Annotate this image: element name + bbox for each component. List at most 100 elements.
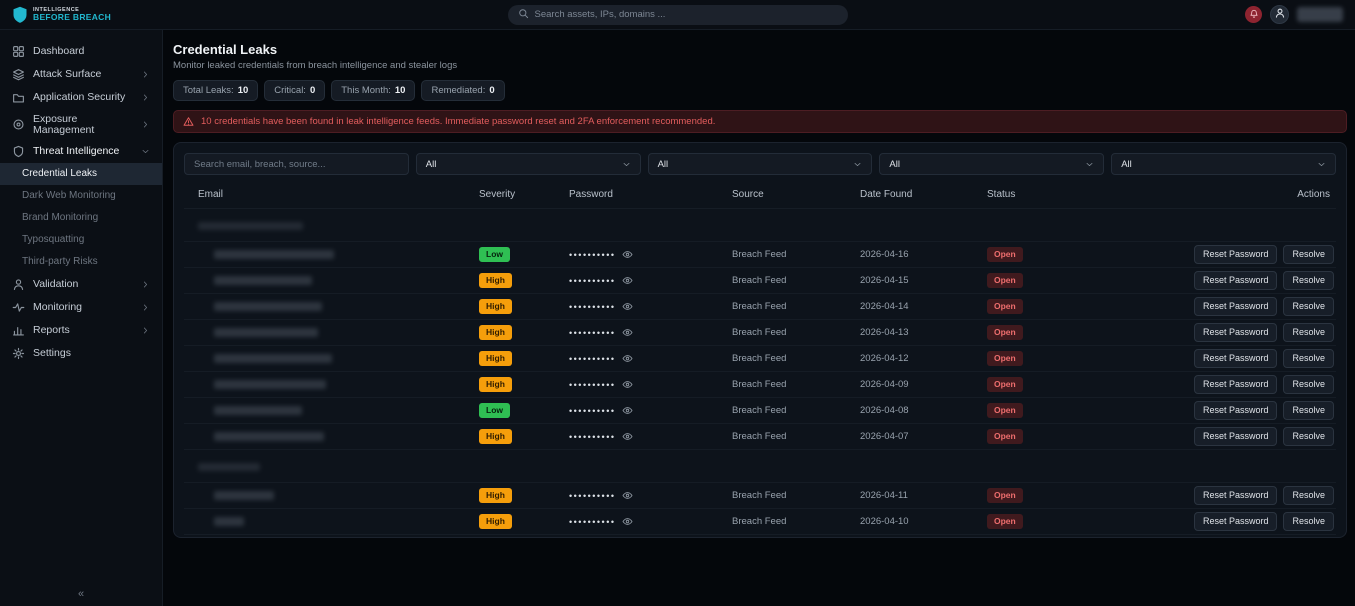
eye-icon[interactable] — [622, 275, 633, 286]
group-header — [184, 450, 1336, 483]
sidebar-item-threat-intelligence[interactable]: Threat Intelligence — [0, 140, 162, 163]
status-cell: Open — [987, 247, 1146, 262]
resolve-button[interactable]: Resolve — [1283, 323, 1334, 342]
chevron-down-icon — [853, 160, 862, 169]
severity-cell: High — [479, 514, 569, 529]
filter-dropdown-value: All — [425, 158, 437, 170]
resolve-button[interactable]: Resolve — [1283, 245, 1334, 264]
resolve-button[interactable]: Resolve — [1283, 512, 1334, 531]
notifications-button[interactable] — [1245, 6, 1262, 23]
sidebar-subitem-brand-monitoring[interactable]: Brand Monitoring — [0, 207, 162, 229]
sidebar-subitem-credential-leaks[interactable]: Credential Leaks — [0, 163, 162, 185]
logo[interactable]: INTELLIGENCE BEFORE BREACH — [12, 6, 111, 24]
email-redacted — [214, 353, 332, 363]
stats-row: Total Leaks: 10 Critical: 0 This Month: 10 Rem… — [173, 80, 1347, 101]
resolve-button[interactable]: Resolve — [1283, 486, 1334, 505]
eye-icon[interactable] — [622, 516, 633, 527]
table-row: High •••••••••• Breach Feed 2026-04-14 Open R… — [184, 294, 1336, 320]
resolve-button[interactable]: Resolve — [1283, 427, 1334, 446]
monitoring-icon — [12, 301, 25, 314]
sidebar-item-exposure-management[interactable]: Exposure Management — [0, 109, 162, 140]
password-cell: •••••••••• — [569, 353, 732, 364]
user-icon — [1274, 6, 1286, 24]
reset-password-button[interactable]: Reset Password — [1193, 323, 1278, 342]
eye-icon[interactable] — [622, 327, 633, 338]
sidebar-item-application-security[interactable]: Application Security — [0, 86, 162, 109]
reset-password-button[interactable]: Reset Password — [1193, 271, 1278, 290]
eye-icon[interactable] — [622, 353, 633, 364]
global-search[interactable] — [507, 4, 848, 25]
status-cell: Open — [987, 429, 1146, 444]
date-found-cell: 2026-04-09 — [860, 379, 909, 390]
sidebar-subitem-third-party-risks[interactable]: Third-party Risks — [0, 251, 162, 273]
warning-icon — [183, 116, 194, 127]
table-search-input[interactable] — [184, 153, 409, 175]
group-label-redacted — [198, 462, 260, 471]
severity-cell: High — [479, 377, 569, 392]
stat-value: 0 — [489, 85, 495, 96]
reset-password-button[interactable]: Reset Password — [1193, 401, 1278, 420]
eye-icon[interactable] — [622, 490, 633, 501]
filter-dropdown-4[interactable]: All — [1111, 153, 1336, 175]
stat-label: This Month: — [341, 85, 391, 96]
filter-dropdown-1[interactable]: All — [415, 153, 641, 175]
email-redacted — [214, 516, 244, 526]
severity-badge: High — [479, 488, 512, 503]
eye-icon[interactable] — [622, 249, 633, 260]
reset-password-button[interactable]: Reset Password — [1193, 297, 1278, 316]
reset-password-button[interactable]: Reset Password — [1193, 512, 1278, 531]
severity-cell: Low — [479, 247, 569, 262]
table-row: High •••••••••• Breach Feed 2026-04-12 Open R… — [184, 346, 1336, 372]
exposure-icon — [12, 118, 25, 131]
eye-icon[interactable] — [622, 405, 633, 416]
resolve-button[interactable]: Resolve — [1283, 297, 1334, 316]
chevron-down-icon — [1085, 160, 1094, 169]
app-root: INTELLIGENCE BEFORE BREACH Dashboard Atta… — [0, 0, 1355, 606]
sidebar-item-settings[interactable]: Settings — [0, 342, 162, 365]
severity-cell: High — [479, 273, 569, 288]
topbar-right — [1245, 5, 1343, 24]
table-header: Email Severity Password Source Date Found Sta… — [184, 181, 1336, 209]
chevron-down-icon — [622, 160, 631, 169]
sidebar-item-label: Dashboard — [33, 45, 85, 58]
sidebar-item-label: Threat Intelligence — [33, 145, 120, 158]
resolve-button[interactable]: Resolve — [1283, 271, 1334, 290]
reset-password-button[interactable]: Reset Password — [1193, 486, 1278, 505]
reset-password-button[interactable]: Reset Password — [1193, 427, 1278, 446]
actions-cell: Reset Password Resolve — [1146, 323, 1336, 342]
sidebar-subitem-dark-web-monitoring[interactable]: Dark Web Monitoring — [0, 185, 162, 207]
eye-icon[interactable] — [622, 379, 633, 390]
sidebar-item-validation[interactable]: Validation — [0, 273, 162, 296]
source-cell: Breach Feed — [732, 405, 787, 416]
severity-badge: High — [479, 429, 512, 444]
group-label-redacted — [198, 221, 303, 230]
status-badge: Open — [987, 514, 1023, 529]
sidebar-item-reports[interactable]: Reports — [0, 319, 162, 342]
eye-icon[interactable] — [622, 301, 633, 312]
status-badge: Open — [987, 429, 1023, 444]
sidebar-item-dashboard[interactable]: Dashboard — [0, 40, 162, 63]
resolve-button[interactable]: Resolve — [1283, 375, 1334, 394]
table-row: High •••••••••• Breach Feed 2026-04-09 Open R… — [184, 372, 1336, 398]
sidebar-item-attack-surface[interactable]: Attack Surface — [0, 63, 162, 86]
email-cell — [184, 275, 479, 286]
sidebar-collapse-button[interactable]: « — [78, 588, 84, 600]
filter-dropdown-3[interactable]: All — [879, 153, 1105, 175]
sidebar-subitem-typosquatting[interactable]: Typosquatting — [0, 229, 162, 251]
user-avatar[interactable] — [1270, 5, 1289, 24]
resolve-button[interactable]: Resolve — [1283, 401, 1334, 420]
eye-icon[interactable] — [622, 431, 633, 442]
reset-password-button[interactable]: Reset Password — [1193, 349, 1278, 368]
password-cell: •••••••••• — [569, 516, 732, 527]
actions-cell: Reset Password Resolve — [1146, 486, 1336, 505]
sidebar-item-monitoring[interactable]: Monitoring — [0, 296, 162, 319]
resolve-button[interactable]: Resolve — [1283, 349, 1334, 368]
reset-password-button[interactable]: Reset Password — [1193, 245, 1278, 264]
filter-dropdown-2[interactable]: All — [647, 153, 873, 175]
leaks-panel: All All All All Email Severity Password Source… — [173, 142, 1347, 538]
column-header-severity: Severity — [479, 189, 516, 200]
global-search-input[interactable] — [534, 9, 838, 20]
validation-icon — [12, 278, 25, 291]
reset-password-button[interactable]: Reset Password — [1193, 375, 1278, 394]
email-redacted — [214, 275, 312, 285]
